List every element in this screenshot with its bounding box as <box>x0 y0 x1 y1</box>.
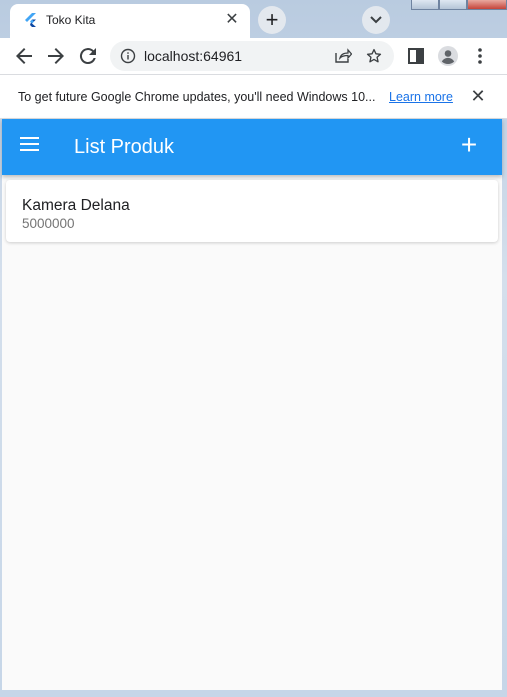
flutter-icon <box>25 13 36 27</box>
learn-more-link[interactable]: Learn more <box>389 90 453 104</box>
forward-icon[interactable] <box>44 44 68 68</box>
browser-toolbar: localhost:64961 <box>0 38 507 74</box>
tab-strip: Toko Kita ✕ + <box>0 0 507 38</box>
infobar-close-icon[interactable]: ✕ <box>468 86 488 106</box>
new-tab-button[interactable]: + <box>258 6 286 34</box>
kebab-menu-icon[interactable] <box>468 44 492 68</box>
menu-icon[interactable] <box>20 137 40 153</box>
add-icon[interactable]: + <box>456 131 482 159</box>
address-bar[interactable]: localhost:64961 <box>110 41 394 71</box>
infobar-message: To get future Google Chrome updates, you… <box>18 90 376 104</box>
product-card[interactable]: Kamera Delana 5000000 <box>6 180 498 242</box>
share-icon[interactable] <box>334 48 352 64</box>
browser-window: Toko Kita ✕ + localhost:64961 To get fut… <box>0 0 507 697</box>
product-price: 5000000 <box>22 216 75 231</box>
page-title: List Produk <box>74 136 175 158</box>
sidebar-icon[interactable] <box>404 44 428 68</box>
info-icon[interactable] <box>120 48 136 64</box>
app-content: List Produk + Kamera Delana 5000000 <box>2 119 502 690</box>
profile-icon[interactable] <box>436 44 460 68</box>
tab-toko-kita[interactable]: Toko Kita ✕ <box>10 4 250 38</box>
update-infobar: To get future Google Chrome updates, you… <box>0 74 507 119</box>
chevron-down-icon <box>370 16 382 24</box>
tab-title: Toko Kita <box>46 13 96 27</box>
star-icon[interactable] <box>365 47 383 65</box>
back-icon[interactable] <box>12 44 36 68</box>
tab-search-button[interactable] <box>362 6 390 34</box>
tab-close-icon[interactable]: ✕ <box>222 10 242 30</box>
reload-icon[interactable] <box>76 44 100 68</box>
app-bar: List Produk + <box>2 119 502 175</box>
product-name: Kamera Delana <box>22 197 130 214</box>
url-text[interactable]: localhost:64961 <box>144 48 242 64</box>
